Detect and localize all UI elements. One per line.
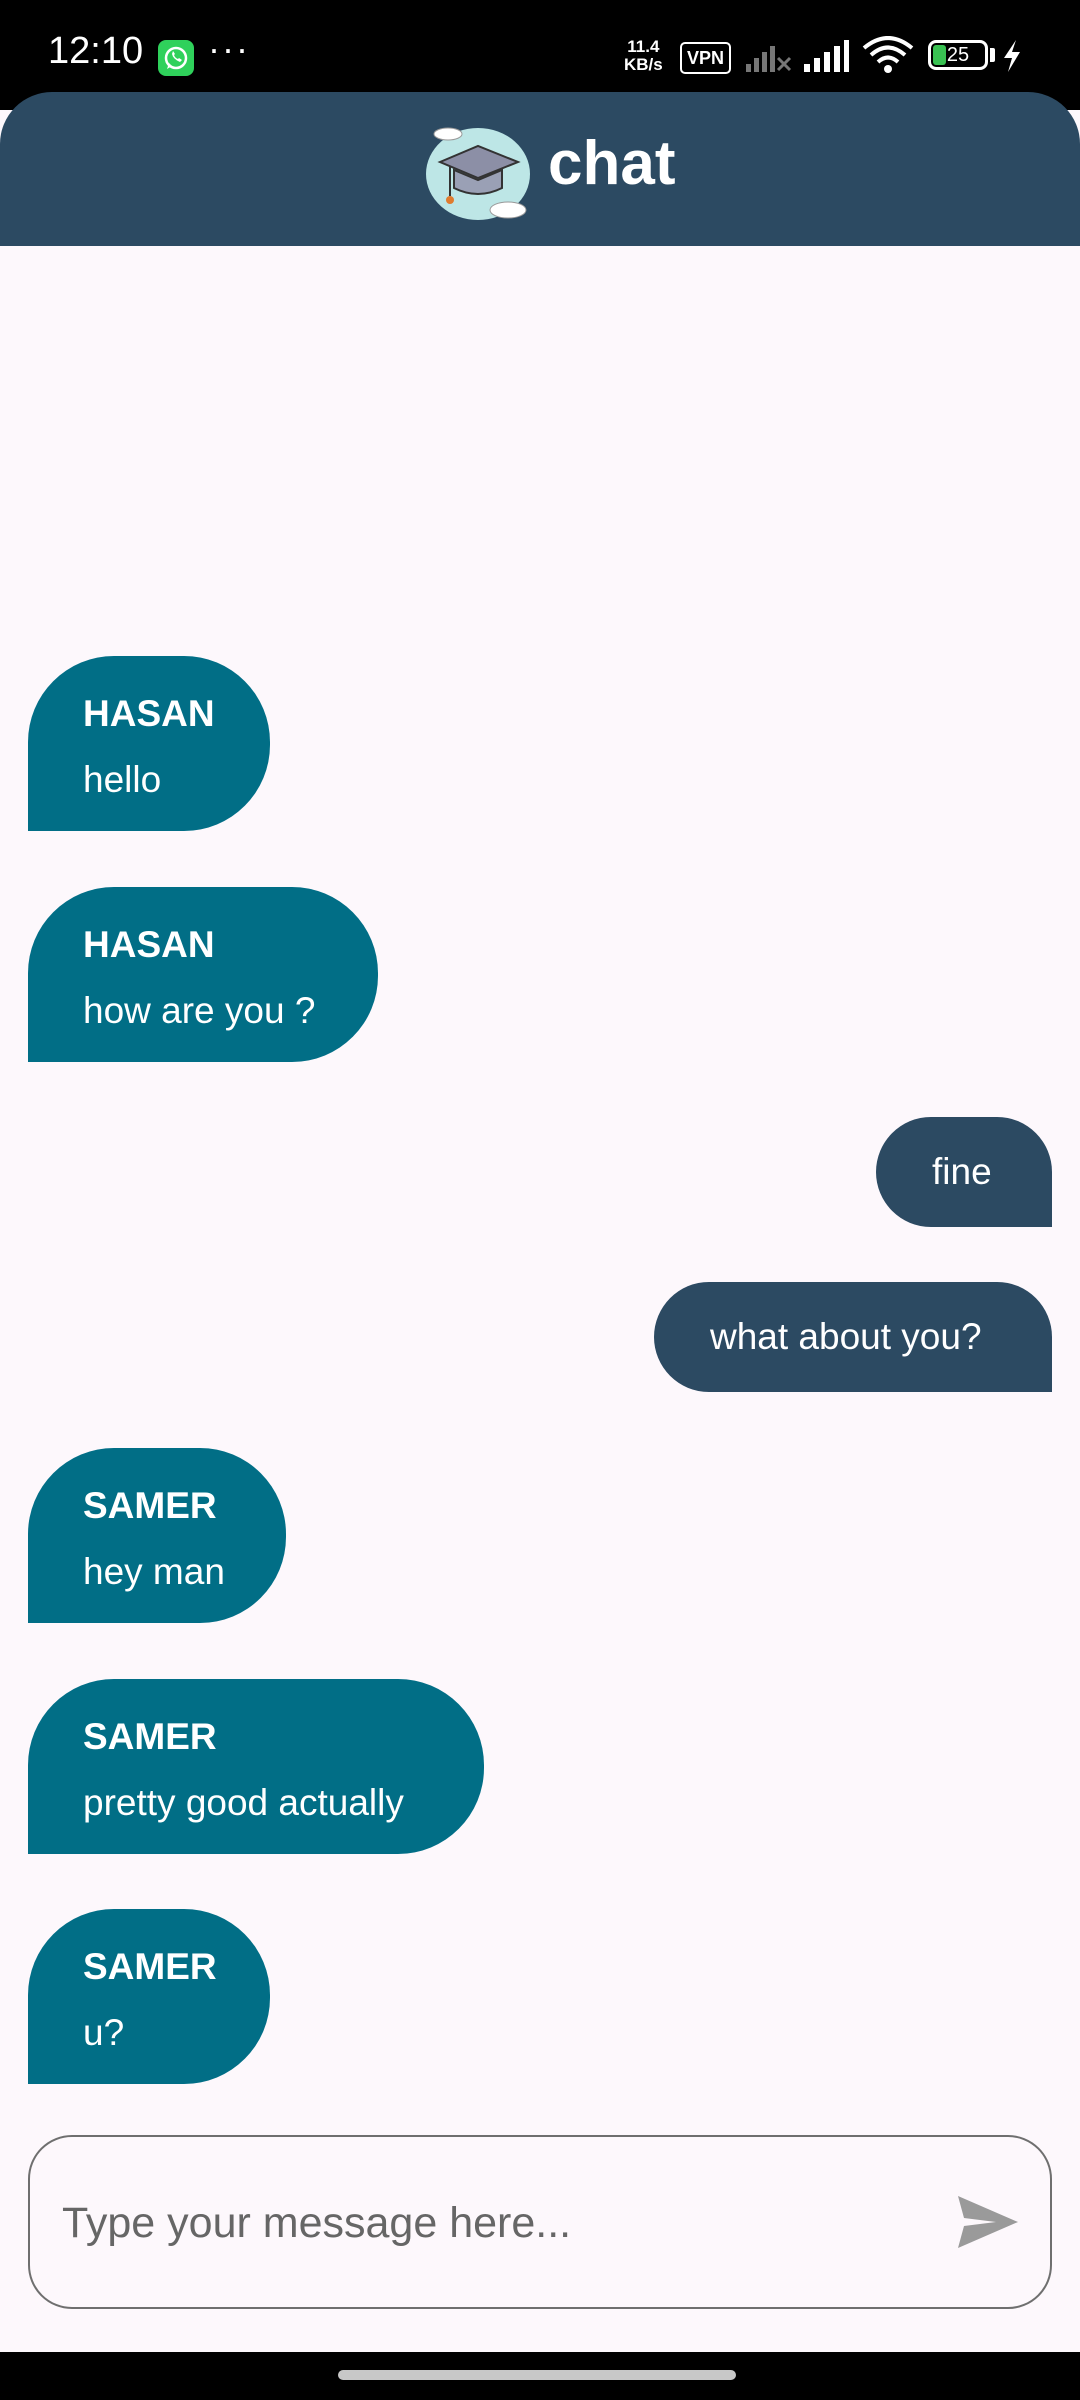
network-speed: 11.4 KB/s [624, 38, 663, 74]
signal-off-icon [744, 38, 794, 79]
more-notifications-icon: ··· [208, 28, 250, 69]
vpn-badge: VPN [680, 42, 732, 74]
message-input[interactable] [60, 2137, 944, 2309]
message-sender: SAMER [83, 1946, 217, 1987]
message-text: pretty good actually [83, 1782, 404, 1823]
message-text: hello [83, 759, 162, 800]
message-bubble-incoming: HASAN hello [28, 656, 270, 831]
message-text: u? [83, 2012, 125, 2053]
network-speed-unit: KB/s [624, 55, 663, 74]
message-bubble-outgoing: fine [876, 1117, 1052, 1227]
message-sender: SAMER [83, 1485, 217, 1526]
signal-icon [802, 38, 850, 79]
whatsapp-icon [158, 40, 194, 76]
network-speed-value: 11.4 [627, 37, 660, 56]
message-bubble-incoming: SAMER u? [28, 1909, 270, 2084]
graduation-cap-logo [420, 118, 540, 222]
message-sender: HASAN [83, 924, 215, 965]
message-text: how are you ? [83, 990, 316, 1031]
message-bubble-incoming: SAMER pretty good actually [28, 1679, 484, 1854]
message-sender: SAMER [83, 1716, 217, 1757]
page-title: chat [548, 129, 676, 198]
battery-tip [990, 48, 995, 62]
message-bubble-incoming: HASAN how are you ? [28, 887, 378, 1062]
message-sender: HASAN [83, 693, 215, 734]
home-gesture-handle[interactable] [338, 2370, 736, 2380]
message-text: what about you? [710, 1316, 982, 1357]
status-time: 12:10 [48, 30, 144, 72]
battery-icon: 25 [928, 40, 988, 70]
message-text: fine [932, 1151, 992, 1192]
app-bar: chat [0, 92, 1080, 246]
send-icon[interactable] [956, 2194, 1020, 2250]
message-text: hey man [83, 1551, 225, 1592]
message-composer [28, 2135, 1052, 2309]
wifi-icon [862, 36, 914, 79]
battery-level: 25 [946, 44, 970, 66]
navigation-bar [0, 2352, 1080, 2400]
message-bubble-incoming: SAMER hey man [28, 1448, 286, 1623]
charging-icon [1000, 38, 1024, 79]
message-bubble-outgoing: what about you? [654, 1282, 1052, 1392]
